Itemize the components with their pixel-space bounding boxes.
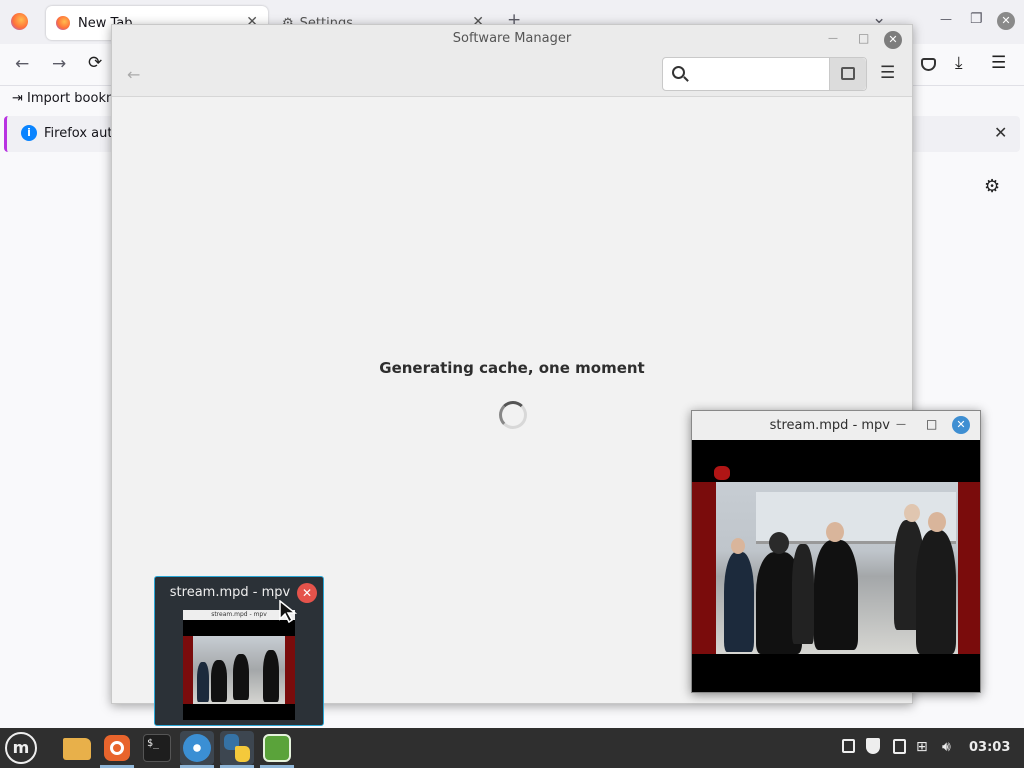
- search-input[interactable]: [695, 62, 825, 86]
- linux-mint-menu-icon[interactable]: m: [5, 732, 37, 764]
- downloads-icon[interactable]: ⤓: [955, 53, 963, 73]
- mpv-launcher[interactable]: [260, 731, 294, 765]
- python-icon-yellow: [235, 746, 250, 762]
- folder-icon: [63, 738, 91, 760]
- preview-photo: [193, 636, 285, 704]
- import-label: Import bookm: [27, 91, 119, 106]
- forward-icon[interactable]: →: [52, 54, 66, 74]
- mpv-header: stream.mpd - mpv — □ ✕: [692, 411, 980, 440]
- channel-logo: [714, 466, 730, 480]
- back-icon[interactable]: ←: [15, 54, 29, 74]
- settings-gear-icon[interactable]: ⚙: [984, 176, 1000, 197]
- files-launcher[interactable]: [60, 731, 94, 765]
- maximize-button[interactable]: □: [926, 417, 937, 431]
- person: [211, 660, 227, 702]
- person: [233, 654, 249, 700]
- person: [724, 552, 754, 652]
- person-head: [826, 522, 844, 542]
- hamburger-menu-icon[interactable]: ☰: [880, 63, 895, 83]
- loading-message: Generating cache, one moment: [379, 359, 645, 377]
- person: [916, 530, 956, 654]
- pocket-icon[interactable]: [921, 58, 936, 71]
- clock[interactable]: 03:03: [969, 740, 1010, 755]
- volume-icon[interactable]: 🔊︎: [942, 739, 951, 755]
- search-icon-handle: [683, 76, 689, 82]
- person: [263, 650, 279, 702]
- preview-video: [183, 636, 295, 704]
- window-title: stream.mpd - mpv: [769, 418, 890, 433]
- maximize-button[interactable]: □: [858, 31, 869, 45]
- mpv-window: stream.mpd - mpv — □ ✕: [691, 410, 981, 693]
- firefox-icon-inner: [110, 741, 124, 755]
- video-frame: [716, 482, 958, 654]
- import-icon: ⇥: [12, 91, 28, 106]
- mintinstall-icon: [183, 734, 211, 762]
- software-manager-header: Software Manager — □ ✕ ← ☰: [112, 25, 912, 97]
- preview-title: stream.mpd - mpv: [169, 585, 291, 600]
- search-in-summary-button[interactable]: [829, 58, 866, 90]
- close-button[interactable]: ✕: [884, 31, 902, 49]
- firefox-icon: [56, 16, 70, 30]
- person-head: [731, 538, 745, 554]
- person-head: [928, 512, 946, 532]
- restore-icon[interactable]: ❐: [970, 11, 983, 27]
- close-preview-button[interactable]: ✕: [297, 583, 317, 603]
- mouse-pointer-icon: [279, 600, 298, 624]
- search-details-icon: [841, 67, 855, 80]
- clipboard-icon[interactable]: [893, 739, 906, 754]
- person: [197, 662, 209, 702]
- person-head: [904, 504, 920, 522]
- terminal-launcher[interactable]: $_: [140, 731, 174, 765]
- minimize-button[interactable]: —: [896, 419, 906, 430]
- person: [792, 544, 814, 644]
- firefox-logo-icon[interactable]: [11, 13, 28, 30]
- firefox-launcher[interactable]: [100, 731, 134, 765]
- import-bookmarks-button[interactable]: ⇥ Import bookm: [12, 91, 119, 106]
- network-icon[interactable]: ⊞: [916, 739, 928, 755]
- info-icon: i: [21, 125, 37, 141]
- person: [814, 540, 858, 650]
- notification-text: Firefox auto: [44, 126, 121, 141]
- minimize-icon[interactable]: —: [940, 12, 952, 26]
- reload-icon[interactable]: ⟳: [88, 53, 102, 73]
- window-preview[interactable]: stream.mpd - mpv ✕ stream.mpd - mpv: [154, 576, 324, 726]
- update-manager-icon[interactable]: [842, 739, 855, 753]
- mpv-icon: [263, 734, 291, 762]
- shield-icon[interactable]: [866, 738, 880, 754]
- preview-thumbnail: stream.mpd - mpv: [183, 610, 295, 720]
- close-button[interactable]: ✕: [952, 416, 970, 434]
- taskbar: m $_ ⊞ 🔊︎ 03:03: [0, 728, 1024, 768]
- video-area[interactable]: [692, 440, 980, 692]
- back-arrow-icon[interactable]: ←: [127, 65, 140, 84]
- close-notification-icon[interactable]: ✕: [994, 123, 1007, 142]
- terminal-icon: $_: [143, 734, 171, 762]
- window-title: Software Manager: [452, 31, 572, 46]
- person-head: [769, 532, 789, 554]
- python-launcher[interactable]: [220, 731, 254, 765]
- menu-icon[interactable]: ☰: [991, 53, 1006, 73]
- window-close-button[interactable]: ✕: [997, 12, 1015, 30]
- software-manager-launcher[interactable]: [180, 731, 214, 765]
- minimize-button[interactable]: —: [828, 33, 838, 44]
- loading-spinner-icon: [499, 401, 527, 429]
